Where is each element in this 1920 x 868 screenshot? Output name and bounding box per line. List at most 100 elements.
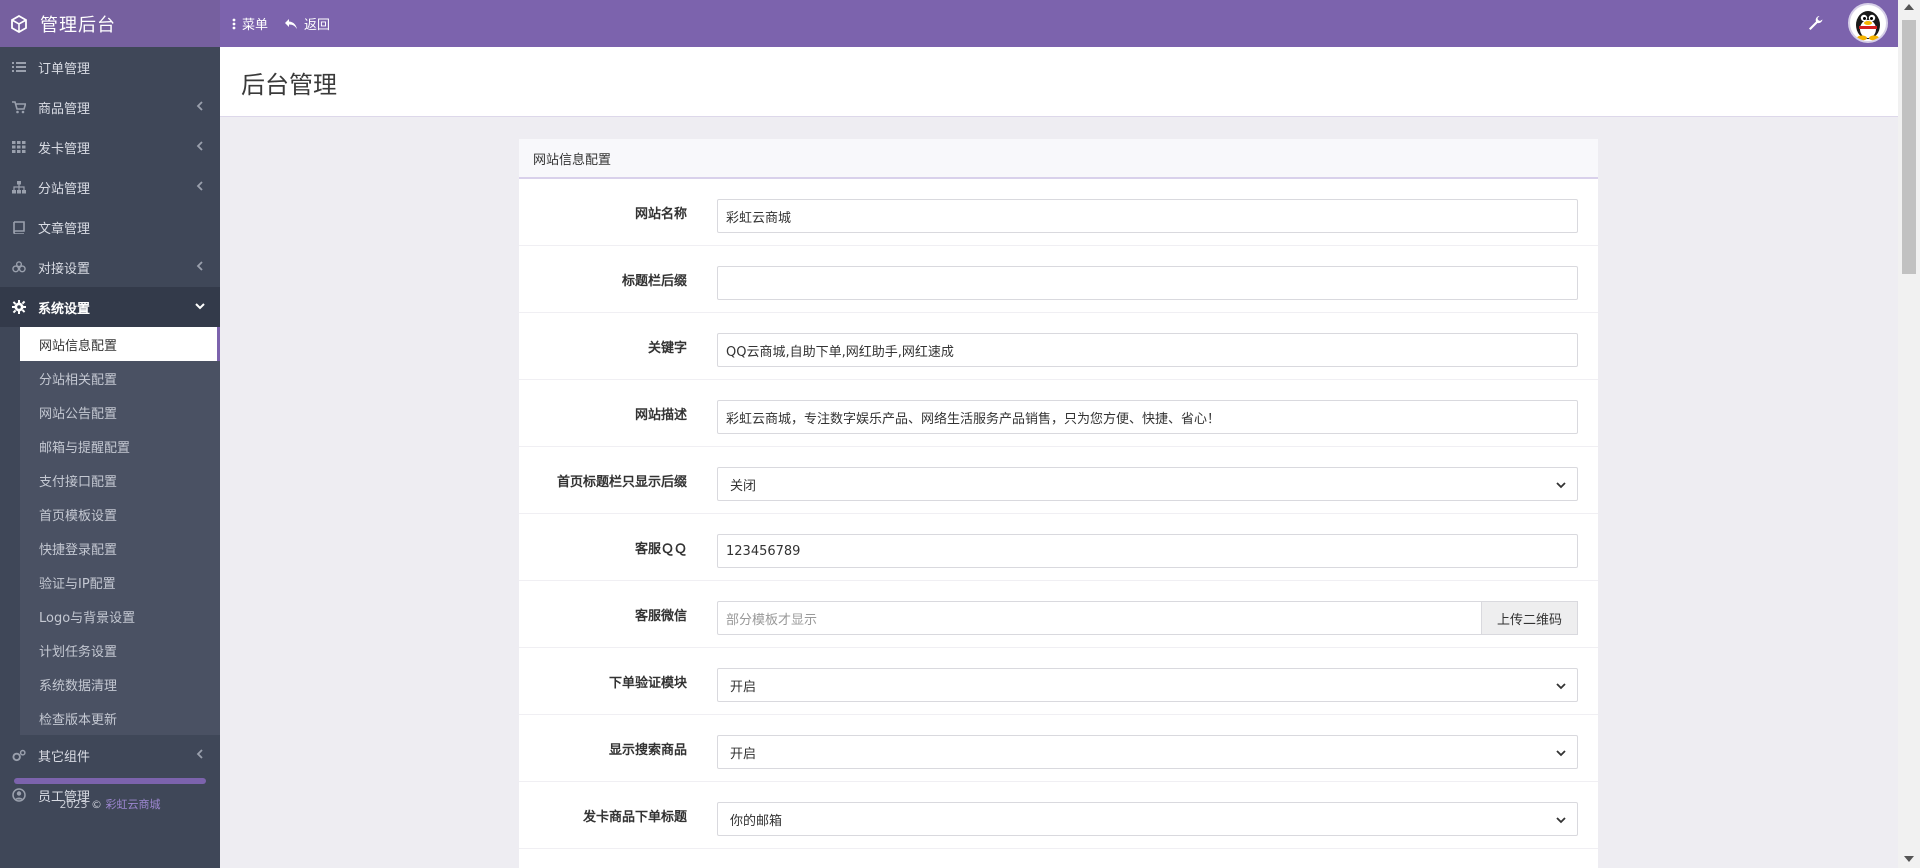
form-row-service-qq: 客服ＱＱ 123456789 <box>519 514 1598 581</box>
card-order-title-select[interactable]: 你的邮箱 <box>717 802 1578 836</box>
sidebar-item-label: 发卡管理 <box>38 141 91 157</box>
form-row-title-only-suffix: 首页标题栏只显示后缀 关闭 <box>519 447 1598 514</box>
panel-title: 网站信息配置 <box>519 139 1598 179</box>
form-row-description: 网站描述 彩虹云商城，专注数字娱乐产品、网络生活服务产品销售，只为您方便、快捷、… <box>519 380 1598 447</box>
submenu-item-quick-login[interactable]: 快捷登录配置 <box>20 531 220 565</box>
keywords-input[interactable]: QQ云商城,自助下单,网红助手,网红速成 <box>717 333 1578 367</box>
sidebar-item-components[interactable]: 其它组件 <box>0 735 220 775</box>
submenu-item-logo-bg[interactable]: Logo与背景设置 <box>20 599 220 633</box>
back-label: 返回 <box>304 18 331 33</box>
service-qq-label: 客服ＱＱ <box>634 542 687 557</box>
sidebar-item-label: 系统设置 <box>38 301 91 317</box>
chevron-down-icon <box>194 300 206 312</box>
sidebar-item-cards[interactable]: 发卡管理 <box>0 127 220 167</box>
order-verify-select[interactable]: 开启 <box>717 668 1578 702</box>
site-name-input[interactable]: 彩虹云商城 <box>717 199 1578 233</box>
submenu-item-update[interactable]: 检查版本更新 <box>20 701 220 735</box>
title-suffix-input[interactable] <box>717 266 1578 300</box>
service-wechat-label: 客服微信 <box>634 609 687 624</box>
chevron-down-icon <box>1555 479 1567 491</box>
submenu-item-site-info[interactable]: 网站信息配置 <box>20 327 220 361</box>
submenu-item-cleanup[interactable]: 系统数据清理 <box>20 667 220 701</box>
book-icon <box>12 220 26 234</box>
sidebar-item-label: 对接设置 <box>38 261 91 277</box>
sidebar: 订单管理 商品管理 发卡管理 分站管理 文章管理 对接设置 系统设置 网站信息配… <box>0 47 220 868</box>
form-row-title-suffix: 标题栏后缀 <box>519 246 1598 313</box>
chevron-left-icon <box>194 180 206 192</box>
sidebar-item-substations[interactable]: 分站管理 <box>0 167 220 207</box>
copyright-link[interactable]: 彩虹云商城 <box>106 798 161 811</box>
cogs-icon <box>12 748 26 762</box>
submenu-item-substation[interactable]: 分站相关配置 <box>20 361 220 395</box>
sidebar-item-integration[interactable]: 对接设置 <box>0 247 220 287</box>
site-info-panel: 网站信息配置 网站名称 彩虹云商城 标题栏后缀 关键字 QQ云商城,自助下单,网… <box>519 139 1598 868</box>
show-search-select[interactable]: 开启 <box>717 735 1578 769</box>
site-name-label: 网站名称 <box>634 207 687 222</box>
sidebar-item-orders[interactable]: 订单管理 <box>0 47 220 87</box>
scroll-up-arrow-icon[interactable] <box>1904 4 1914 10</box>
description-input[interactable]: 彩虹云商城，专注数字娱乐产品、网络生活服务产品销售，只为您方便、快捷、省心！ <box>717 400 1578 434</box>
gear-icon <box>12 300 26 314</box>
sidebar-item-label: 其它组件 <box>38 749 91 765</box>
wrench-icon[interactable] <box>1806 14 1824 32</box>
card-order-title-label: 发卡商品下单标题 <box>582 810 687 825</box>
form-row-card-order-title: 发卡商品下单标题 你的邮箱 <box>519 782 1598 849</box>
ellipsis-vertical-icon <box>232 18 236 30</box>
sitemap-icon <box>12 180 26 194</box>
sidebar-item-system-settings[interactable]: 系统设置 <box>0 287 220 327</box>
chevron-left-icon <box>194 748 206 760</box>
menu-button[interactable]: 菜单 <box>232 14 268 33</box>
form-row-order-verify: 下单验证模块 开启 <box>519 648 1598 715</box>
chevron-down-icon <box>1555 747 1567 759</box>
back-button[interactable]: 返回 <box>284 14 330 33</box>
submenu-item-mail[interactable]: 邮箱与提醒配置 <box>20 429 220 463</box>
select-value: 你的邮箱 <box>730 813 783 829</box>
select-value: 开启 <box>730 679 757 695</box>
keywords-label: 关键字 <box>647 341 687 356</box>
cart-icon <box>12 100 26 114</box>
chevron-down-icon <box>1555 814 1567 826</box>
scroll-thumb[interactable] <box>1902 20 1916 274</box>
form-row-site-name: 网站名称 彩虹云商城 <box>519 179 1598 246</box>
upload-qrcode-button[interactable]: 上传二维码 <box>1482 601 1578 635</box>
copyright: 2023 © 彩虹云商城 <box>0 796 220 812</box>
submenu-item-template[interactable]: 首页模板设置 <box>20 497 220 531</box>
menu-label: 菜单 <box>242 18 269 33</box>
sidebar-item-label: 分站管理 <box>38 181 91 197</box>
sidebar-item-label: 订单管理 <box>38 61 91 77</box>
sidebar-item-products[interactable]: 商品管理 <box>0 87 220 127</box>
grid-icon <box>12 140 26 154</box>
title-only-suffix-select[interactable]: 关闭 <box>717 467 1578 501</box>
service-wechat-input[interactable]: 部分模板才显示 <box>717 601 1482 635</box>
form-row-service-wechat: 客服微信 部分模板才显示 上传二维码 <box>519 581 1598 648</box>
select-value: 开启 <box>730 746 757 762</box>
link-icon <box>12 260 26 274</box>
chevron-left-icon <box>194 140 206 152</box>
service-qq-input[interactable]: 123456789 <box>717 534 1578 568</box>
page-header: 后台管理 <box>220 47 1898 117</box>
sidebar-item-label: 商品管理 <box>38 101 91 117</box>
list-icon <box>12 60 26 74</box>
chevron-down-icon <box>1555 680 1567 692</box>
app-title: 管理后台 <box>40 14 116 36</box>
submenu-item-verify-ip[interactable]: 验证与IP配置 <box>20 565 220 599</box>
service-wechat-group: 部分模板才显示 上传二维码 <box>717 601 1578 635</box>
sidebar-item-articles[interactable]: 文章管理 <box>0 207 220 247</box>
form-row-show-search: 显示搜索商品 开启 <box>519 715 1598 782</box>
avatar[interactable] <box>1848 3 1888 43</box>
select-value: 关闭 <box>730 478 757 494</box>
order-verify-label: 下单验证模块 <box>608 676 687 691</box>
cube-icon <box>10 14 28 33</box>
submenu-item-payment[interactable]: 支付接口配置 <box>20 463 220 497</box>
page-scrollbar[interactable] <box>1898 0 1920 868</box>
brand[interactable]: 管理后台 <box>0 0 220 47</box>
page-title: 后台管理 <box>241 72 337 99</box>
submenu-item-cron[interactable]: 计划任务设置 <box>20 633 220 667</box>
title-suffix-label: 标题栏后缀 <box>621 274 687 289</box>
system-settings-submenu: 网站信息配置 分站相关配置 网站公告配置 邮箱与提醒配置 支付接口配置 首页模板… <box>0 327 220 735</box>
scroll-down-arrow-icon[interactable] <box>1904 856 1914 862</box>
submenu-item-announcement[interactable]: 网站公告配置 <box>20 395 220 429</box>
top-nav: 菜单 返回 <box>232 0 346 47</box>
description-label: 网站描述 <box>634 408 687 423</box>
sidebar-accent-bar <box>14 778 206 784</box>
